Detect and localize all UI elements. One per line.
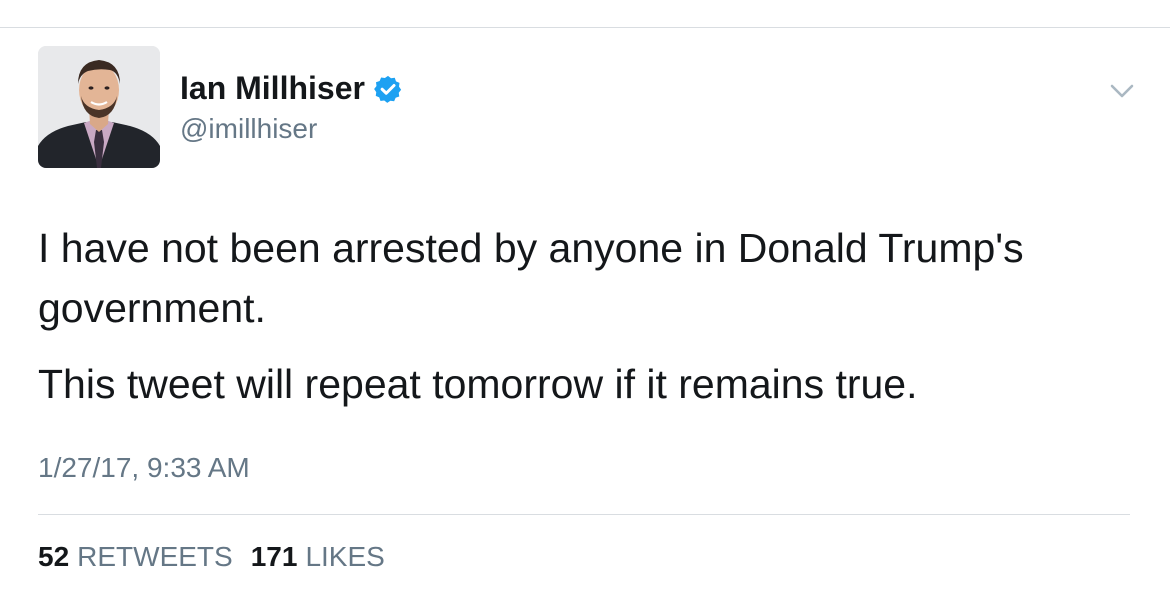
likes-count: 171	[250, 541, 298, 572]
author-handle[interactable]: @imillhiser	[180, 113, 317, 145]
author-name[interactable]: Ian Millhiser	[180, 70, 365, 107]
retweets-count: 52	[38, 541, 70, 572]
tweet-timestamp[interactable]: 1/27/17, 9:33 AM	[38, 452, 250, 484]
top-divider	[0, 27, 1170, 28]
likes-label: LIKES	[305, 541, 385, 572]
tweet-paragraph: This tweet will repeat tomorrow if it re…	[38, 361, 918, 407]
tweet-paragraph: I have not been arrested by anyone in Do…	[38, 225, 1024, 331]
avatar[interactable]	[38, 46, 160, 168]
chevron-down-icon[interactable]	[1108, 80, 1136, 102]
likes-stat[interactable]: 171 LIKES	[251, 541, 385, 573]
stats-divider	[38, 514, 1130, 515]
tweet-text: I have not been arrested by anyone in Do…	[38, 218, 1128, 414]
retweets-stat[interactable]: 52 RETWEETS	[38, 541, 233, 573]
avatar-photo	[38, 46, 160, 168]
retweets-label: RETWEETS	[77, 541, 233, 572]
verified-badge-icon	[373, 74, 403, 104]
author-name-row[interactable]: Ian Millhiser	[180, 70, 403, 107]
tweet-stats: 52 RETWEETS 171 LIKES	[38, 541, 403, 573]
